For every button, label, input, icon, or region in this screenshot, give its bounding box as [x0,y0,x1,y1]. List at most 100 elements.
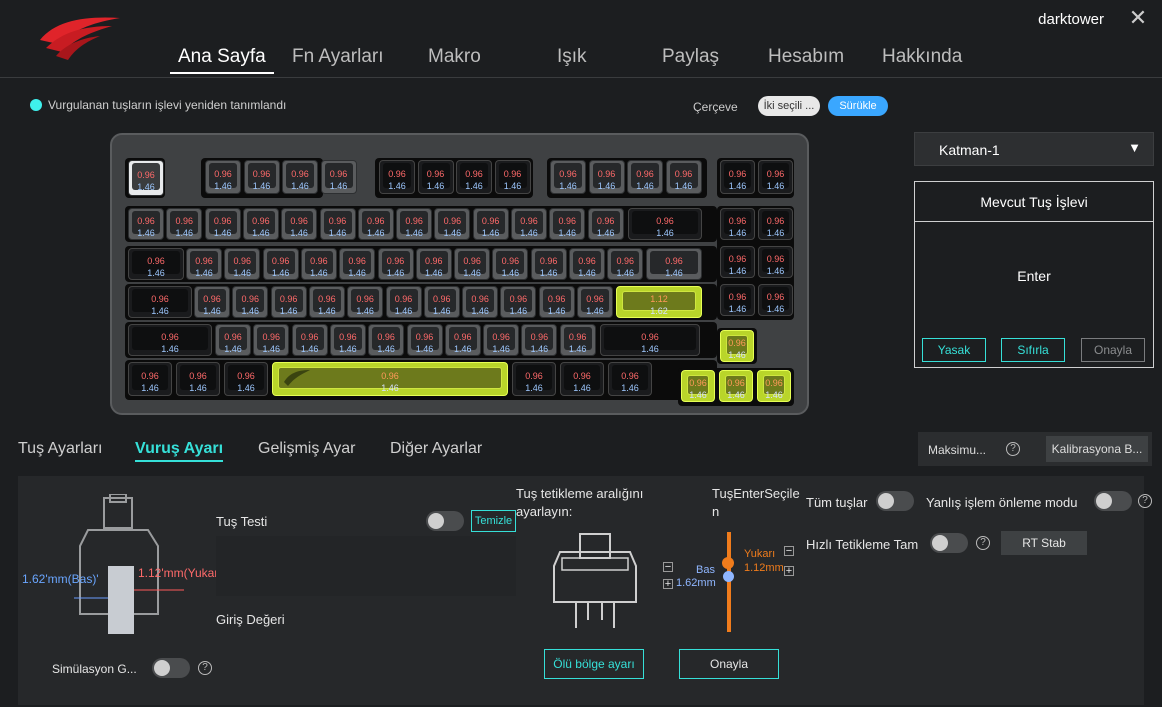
keyboard-key[interactable]: 0.96 1.46 [415,248,452,280]
keyboard-key[interactable]: 0.96 1.46 [281,208,318,240]
keyboard-key[interactable]: 0.96 1.46 [186,248,222,280]
keyboard-key[interactable]: 0.96 1.46 [720,284,755,316]
keyboard-key[interactable]: 0.96 1.46 [368,324,405,356]
keyboard-key[interactable]: 0.96 1.46 [462,286,499,318]
tab-home[interactable]: Ana Sayfa [170,46,274,74]
tab-light[interactable]: Işık [557,46,587,68]
keyboard-key[interactable]: 0.96 1.46 [720,246,755,278]
rt-stab-button[interactable]: RT Stab [1001,531,1087,555]
tab-stroke-settings[interactable]: Vuruş Ayarı [135,440,224,462]
keyboard-key[interactable]: 0.96 1.46 [758,160,793,194]
keyboard-key[interactable]: 0.96 1.46 [456,160,492,194]
keyboard-key[interactable]: 0.96 1.46 [627,160,663,194]
close-icon[interactable]: ✕ [1128,7,1148,29]
confirm-func-button[interactable]: Onayla [1081,338,1145,362]
keyboard-key[interactable]: 0.96 1.46 [396,208,433,240]
keyboard-key[interactable]: 0.96 1.46 [128,208,164,240]
keyboard-key[interactable]: 0.96 1.46 [454,248,491,280]
keyboard-key[interactable]: 0.96 1.46 [665,160,702,194]
keyboard-key[interactable]: 0.96 1.46 [719,370,753,402]
keyboard-key[interactable]: 0.96 1.46 [232,286,269,318]
dead-zone-button[interactable]: Ölü bölge ayarı [544,649,644,679]
clear-button[interactable]: Temizle [471,510,516,532]
tab-other[interactable]: Diğer Ayarlar [390,440,482,458]
forbid-button[interactable]: Yasak [922,338,986,362]
keyboard-key[interactable]: 0.96 1.46 [128,248,184,280]
keyboard-key[interactable]: 0.96 1.46 [385,286,422,318]
keyboard-key[interactable]: 0.96 1.46 [204,208,241,240]
keyboard-key[interactable]: 1.12 1.62 [616,286,702,318]
keyboard-key[interactable]: 0.96 1.46 [176,362,220,396]
press-minus-icon[interactable]: − [663,562,673,573]
keyboard-key[interactable]: 0.96 1.46 [339,248,376,280]
keyboard-key[interactable]: 0.96 1.46 [224,248,261,280]
keyboard-key[interactable]: 0.96 1.46 [282,160,318,194]
keyboard-key[interactable]: 0.96 1.46 [166,208,203,240]
keyboard-key[interactable]: 0.96 1.46 [758,208,793,240]
keyboard-key[interactable]: 0.96 1.46 [417,160,454,194]
keyboard-key[interactable]: 0.96 1.46 [319,208,356,240]
help-icon[interactable]: ? [976,536,990,550]
release-slider-handle[interactable] [722,557,734,569]
keyboard-key[interactable]: 0.96 1.46 [587,208,624,240]
tab-about[interactable]: Hakkında [882,46,962,68]
keyboard-key[interactable]: 0.96 1.46 [300,248,337,280]
keyboard-key[interactable]: 0.96 1.46 [215,324,251,356]
keyboard-key[interactable]: 0.96 1.46 [549,208,586,240]
keyboard-key[interactable]: 0.96 1.46 [530,248,567,280]
keyboard-key[interactable]: 0.96 1.46 [492,248,529,280]
keyboard-key[interactable]: 0.96 1.46 [588,160,625,194]
rapid-trigger-toggle[interactable] [930,533,968,553]
keyboard-key[interactable]: 0.96 1.46 [720,160,755,194]
keyboard-key[interactable]: 0.96 1.46 [406,324,443,356]
keyboard-key[interactable]: 0.96 1.46 [205,160,241,194]
keyboard-key[interactable]: 0.96 1.46 [243,160,280,194]
help-icon[interactable]: ? [1138,494,1152,508]
reset-button[interactable]: Sıfırla [1001,338,1065,362]
keyboard-key[interactable]: 0.96 1.46 [521,324,558,356]
keyboard-key[interactable]: 0.96 1.46 [357,208,394,240]
keyboard-key[interactable]: 0.96 1.46 [758,246,793,278]
keyboard-key[interactable]: 0.96 1.46 [291,324,328,356]
keyboard-key[interactable]: 0.96 1.46 [329,324,366,356]
keyboard-key[interactable]: 0.96 1.46 [270,286,307,318]
keyboard-key[interactable]: 0.96 1.46 [559,324,596,356]
keyboard-key[interactable]: 0.96 1.46 [444,324,481,356]
keyboard-key[interactable]: 0.96 1.46 [483,324,520,356]
key-test-toggle[interactable] [426,511,464,531]
calibrate-button[interactable]: Kalibrasyona B... [1046,436,1148,462]
keyboard-key[interactable]: 0.96 1.46 [607,248,644,280]
trigger-slider-track[interactable] [727,532,731,632]
keyboard-key[interactable]: 0.96 1.46 [758,284,793,316]
tab-macro[interactable]: Makro [428,46,481,68]
selection-mode-pill[interactable]: İki seçili ... [758,96,820,116]
keyboard-key[interactable]: 0.96 1.46 [472,208,509,240]
keyboard-key[interactable]: 0.96 1.46 [308,286,345,318]
keyboard-key[interactable]: 0.96 1.46 [511,208,547,240]
keyboard-key[interactable]: 0.96 1.46 [757,370,791,402]
press-slider-handle[interactable] [723,571,734,582]
keyboard-key[interactable]: 0.96 1.46 [720,330,754,362]
keyboard-key[interactable]: 0.96 1.46 [512,362,556,396]
keyboard-key[interactable]: 0.96 1.46 [128,160,164,196]
keyboard-key[interactable]: 0.96 1.46 [128,324,212,356]
keyboard-key[interactable]: 0.96 1.46 [720,208,755,240]
keyboard-key[interactable]: 0.96 1.46 [242,208,279,240]
keyboard-key[interactable]: 0.96 1.46 [494,160,531,194]
press-plus-icon[interactable]: + [663,579,673,590]
tab-account[interactable]: Hesabım [768,46,844,68]
keyboard-key[interactable]: 0.96 1.46 [379,160,415,194]
keyboard-key[interactable]: 0.96 1.46 [569,248,605,280]
keyboard-key[interactable]: 0.96 1.46 [377,248,414,280]
tab-key-settings[interactable]: Tuş Ayarları [18,440,102,458]
keyboard-key[interactable]: 0.96 1.46 [628,208,702,240]
keyboard-key[interactable]: 0.96 1.46 [500,286,537,318]
keyboard-key[interactable]: 0.96 1.46 [224,362,268,396]
keyboard-key[interactable]: 0.96 1.46 [434,208,471,240]
keyboard-key[interactable]: 0.96 1.46 [128,362,172,396]
keyboard-key[interactable]: 0.96 1.46 [577,286,613,318]
keyboard-key[interactable]: 0.96 1.46 [194,286,230,318]
keyboard-key[interactable]: 0.96 1.46 [423,286,460,318]
tab-fn-settings[interactable]: Fn Ayarları [292,46,384,68]
keyboard-key[interactable]: 0.96 1.46 [253,324,290,356]
